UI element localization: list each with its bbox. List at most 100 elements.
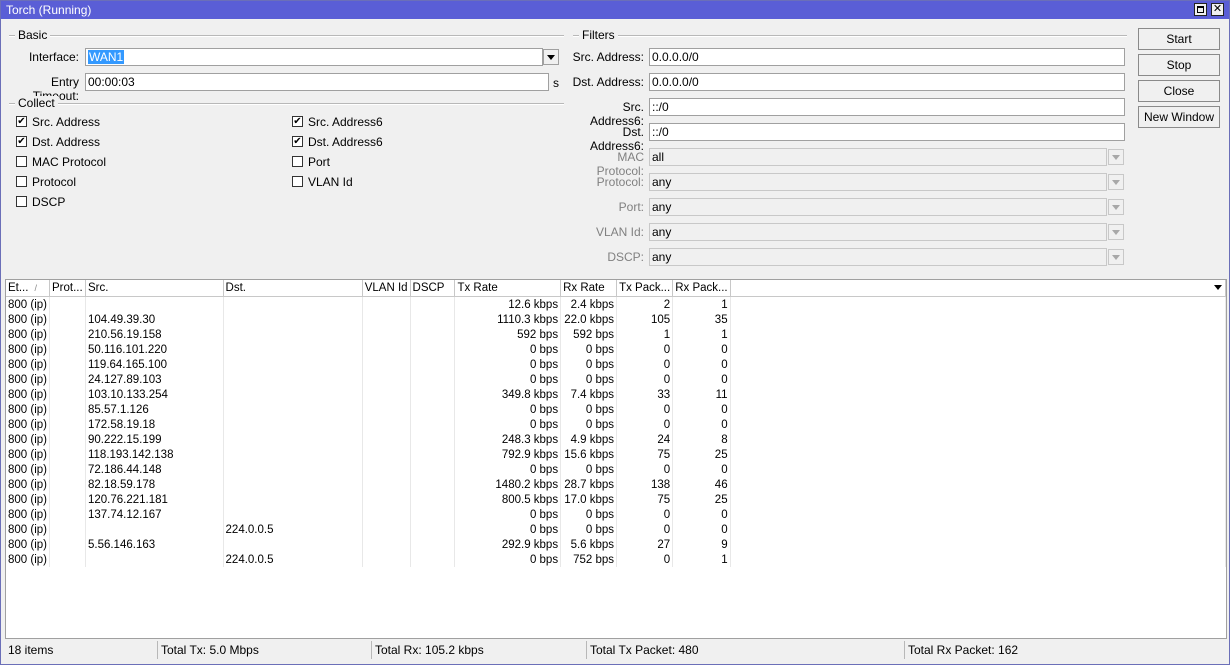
table-row[interactable]: 800 (ip) 90.222.15.199 248.3 kbps 4.9 kbps 2… xyxy=(6,432,1226,447)
interface-dropdown-button[interactable] xyxy=(543,49,559,65)
dst-address6-input[interactable]: ::/0 xyxy=(649,123,1125,141)
entry-timeout-input[interactable]: 00:00:03 xyxy=(85,73,549,91)
vlan-id-select[interactable]: any xyxy=(649,223,1107,241)
col-header-tx-rate[interactable]: Tx Rate xyxy=(454,280,562,297)
table-cell: 0 bps xyxy=(454,417,562,432)
close-button[interactable]: Close xyxy=(1138,80,1220,102)
mac-protocol-dropdown-button[interactable] xyxy=(1108,149,1124,165)
protocol-select[interactable]: any xyxy=(649,173,1107,191)
table-cell: 5.56.146.163 xyxy=(85,537,224,552)
protocol-dropdown-button[interactable] xyxy=(1108,174,1124,190)
table-row[interactable]: 800 (ip) 24.127.89.103 0 bps 0 bps 0 0 xyxy=(6,372,1226,387)
traffic-table: Et... / Prot... Src. Dst. VLAN Id DSCP Tx… xyxy=(6,280,1226,567)
table-cell xyxy=(49,327,86,342)
table-row[interactable]: 800 (ip) 50.116.101.220 0 bps 0 bps 0 0 xyxy=(6,342,1226,357)
new-window-button[interactable]: New Window xyxy=(1138,106,1220,128)
table-cell: 800 (ip) xyxy=(6,462,50,477)
table-row[interactable]: 800 (ip) 224.0.0.5 0 bps 0 bps 0 0 xyxy=(6,522,1226,537)
table-cell: 28.7 kbps xyxy=(560,477,618,492)
table-row[interactable]: 800 (ip) 119.64.165.100 0 bps 0 bps 0 0 xyxy=(6,357,1226,372)
table-cell: 82.18.59.178 xyxy=(85,477,224,492)
table-cell xyxy=(223,372,363,387)
table-row[interactable]: 800 (ip) 85.57.1.126 0 bps 0 bps 0 0 xyxy=(6,402,1226,417)
status-total-tx-packet: Total Tx Packet: 480 xyxy=(587,641,905,659)
col-header-rx-packets[interactable]: Rx Pack... xyxy=(672,280,731,297)
table-cell: 25 xyxy=(672,492,731,507)
col-header-rx-rate[interactable]: Rx Rate xyxy=(560,280,618,297)
table-cell xyxy=(410,552,456,567)
table-cell: 224.0.0.5 xyxy=(223,522,363,537)
port-select[interactable]: any xyxy=(649,198,1107,216)
table-row[interactable]: 800 (ip) 224.0.0.5 0 bps 752 bps 0 1 xyxy=(6,552,1226,567)
col-header-protocol[interactable]: Prot... xyxy=(49,280,86,297)
title-bar[interactable]: Torch (Running) ✕ xyxy=(1,1,1229,19)
table-cell xyxy=(410,296,456,312)
table-cell xyxy=(223,537,363,552)
table-cell: 33 xyxy=(616,387,674,402)
table-cell xyxy=(362,357,411,372)
table-row[interactable]: 800 (ip) 120.76.221.181 800.5 kbps 17.0 kbp… xyxy=(6,492,1226,507)
interface-select[interactable]: WAN1 xyxy=(85,48,543,66)
src-address6-input[interactable]: ::/0 xyxy=(649,98,1125,116)
table-cell-filler xyxy=(730,507,1226,522)
dscp-select[interactable]: any xyxy=(649,248,1107,266)
close-window-button[interactable]: ✕ xyxy=(1211,3,1224,16)
table-cell: 800 (ip) xyxy=(6,492,50,507)
table-cell xyxy=(362,372,411,387)
table-cell: 104.49.39.30 xyxy=(85,312,224,327)
col-header-dscp[interactable]: DSCP xyxy=(410,280,456,297)
basic-group-label: Basic xyxy=(15,28,51,42)
chevron-down-icon xyxy=(1112,255,1120,261)
dst-address-input[interactable]: 0.0.0.0/0 xyxy=(649,73,1125,91)
col-header-src[interactable]: Src. xyxy=(85,280,224,297)
table-cell xyxy=(223,327,363,342)
collect-group-label: Collect xyxy=(15,96,58,110)
maximize-button[interactable] xyxy=(1194,3,1207,16)
table-cell-filler xyxy=(730,357,1226,372)
start-button[interactable]: Start xyxy=(1138,28,1220,50)
protocol-label: Protocol: xyxy=(596,175,644,189)
stop-button[interactable]: Stop xyxy=(1138,54,1220,76)
table-row[interactable]: 800 (ip) 137.74.12.167 0 bps 0 bps 0 0 xyxy=(6,507,1226,522)
mac-protocol-select[interactable]: all xyxy=(649,148,1107,166)
col-header-dst[interactable]: Dst. xyxy=(223,280,363,297)
table-cell-filler xyxy=(730,296,1226,312)
status-total-tx: Total Tx: 5.0 Mbps xyxy=(158,641,372,659)
checkbox-box: ✔ xyxy=(16,116,27,127)
table-row[interactable]: 800 (ip) 103.10.133.254 349.8 kbps 7.4 kbps… xyxy=(6,387,1226,402)
table-cell: 0 xyxy=(616,522,674,537)
table-cell xyxy=(410,312,456,327)
chevron-down-icon xyxy=(1214,285,1222,290)
table-cell: 12.6 kbps xyxy=(454,296,562,312)
table-cell: 137.74.12.167 xyxy=(85,507,224,522)
table-cell: 138 xyxy=(616,477,674,492)
table-cell: 0 bps xyxy=(454,402,562,417)
table-cell xyxy=(362,402,411,417)
maximize-icon xyxy=(1197,6,1204,13)
col-header-tx-packets[interactable]: Tx Pack... xyxy=(616,280,674,297)
col-header-ethernet[interactable]: Et... / xyxy=(6,280,50,297)
table-cell: 24.127.89.103 xyxy=(85,372,224,387)
col-header-vlan-id[interactable]: VLAN Id xyxy=(362,280,411,297)
table-cell xyxy=(362,296,411,312)
table-cell: 120.76.221.181 xyxy=(85,492,224,507)
table-row[interactable]: 800 (ip) 82.18.59.178 1480.2 kbps 28.7 kbps… xyxy=(6,477,1226,492)
src-address-input[interactable]: 0.0.0.0/0 xyxy=(649,48,1125,66)
table-row[interactable]: 800 (ip) 118.193.142.138 792.9 kbps 15.6 kb… xyxy=(6,447,1226,462)
table-row[interactable]: 800 (ip) 12.6 kbps 2.4 kbps 2 1 xyxy=(6,296,1226,312)
checkbox-box xyxy=(16,156,27,167)
table-cell: 592 bps xyxy=(454,327,562,342)
table-cell: 1110.3 kbps xyxy=(454,312,562,327)
vlan-id-dropdown-button[interactable] xyxy=(1108,224,1124,240)
table-row[interactable]: 800 (ip) 5.56.146.163 292.9 kbps 5.6 kbps 27… xyxy=(6,537,1226,552)
table-cell xyxy=(362,342,411,357)
torch-table[interactable]: Et... / Prot... Src. Dst. VLAN Id DSCP Tx… xyxy=(5,279,1227,639)
port-dropdown-button[interactable] xyxy=(1108,199,1124,215)
table-row[interactable]: 800 (ip) 72.186.44.148 0 bps 0 bps 0 0 xyxy=(6,462,1226,477)
dscp-dropdown-button[interactable] xyxy=(1108,249,1124,265)
table-row[interactable]: 800 (ip) 210.56.19.158 592 bps 592 bps 1 1 xyxy=(6,327,1226,342)
table-row[interactable]: 800 (ip) 172.58.19.18 0 bps 0 bps 0 0 xyxy=(6,417,1226,432)
table-cell: 105 xyxy=(616,312,674,327)
column-menu-button[interactable] xyxy=(1211,282,1225,296)
table-row[interactable]: 800 (ip) 104.49.39.30 1110.3 kbps 22.0 kbps… xyxy=(6,312,1226,327)
